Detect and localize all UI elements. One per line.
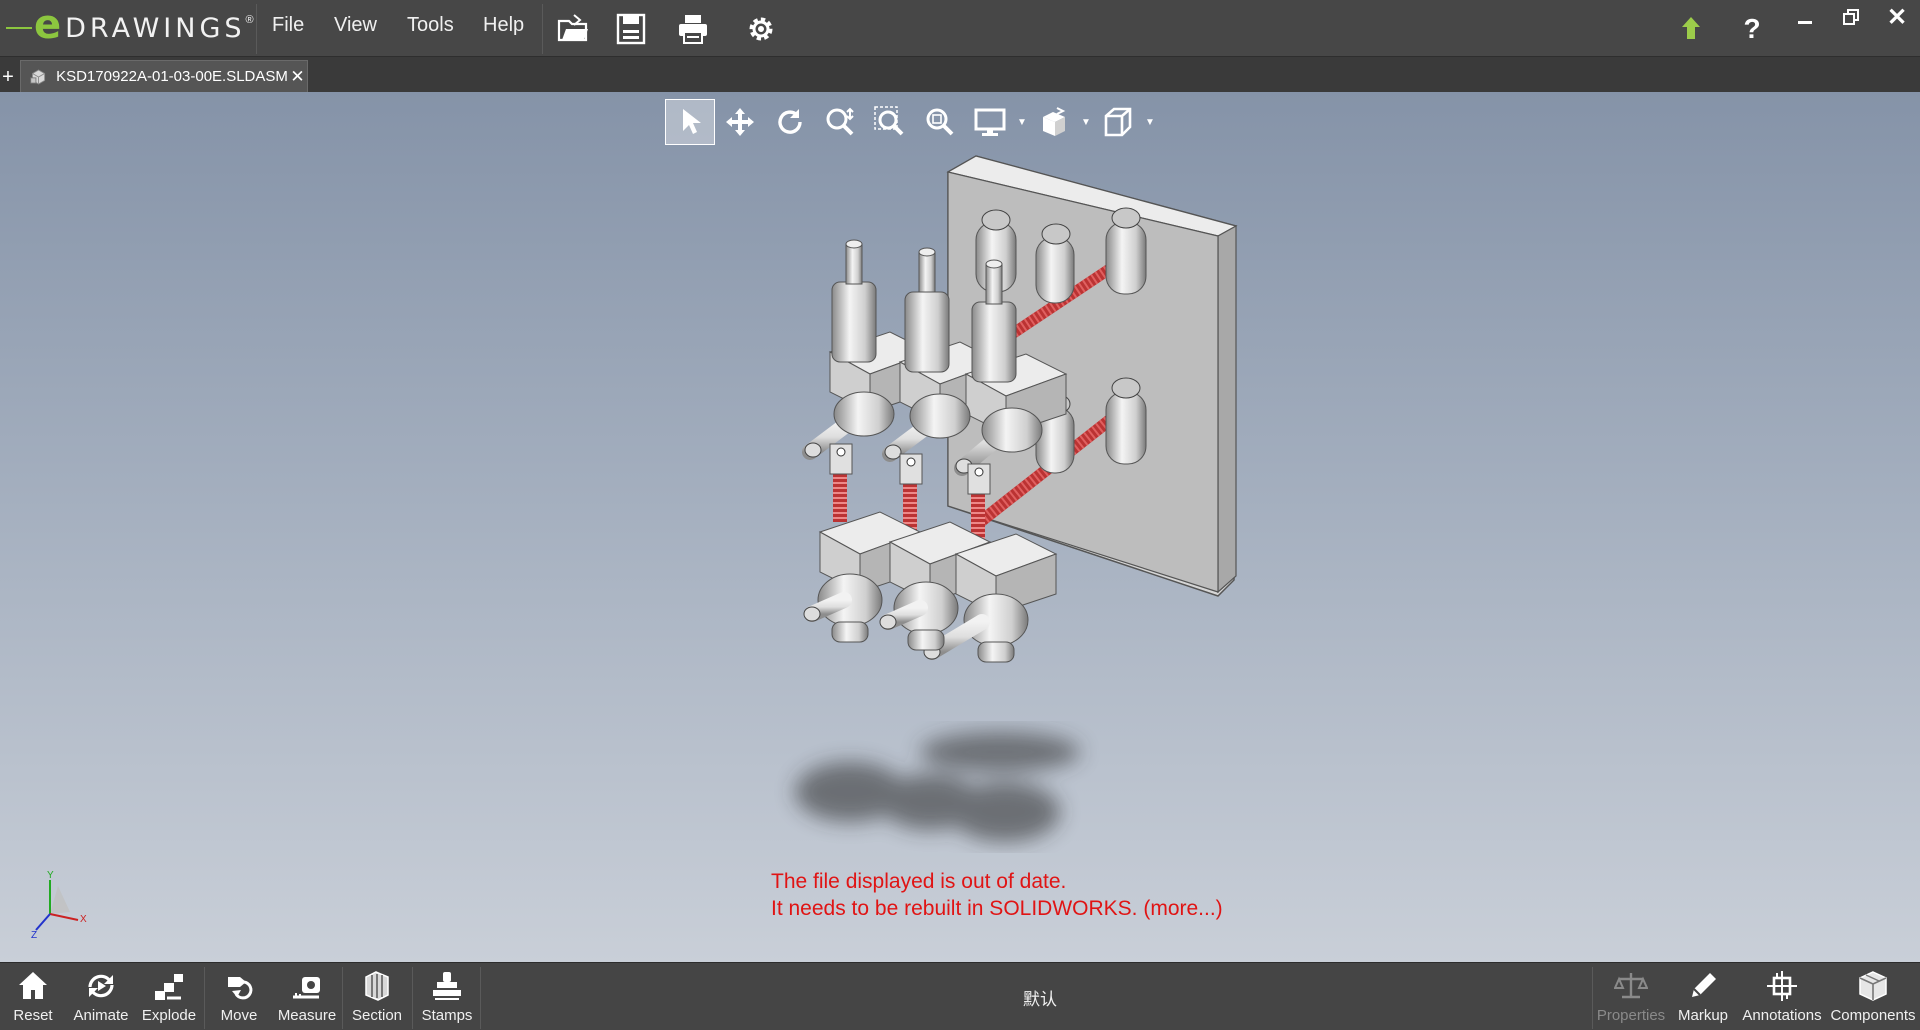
explode-button[interactable]: Explode [136,963,202,1030]
views-icon[interactable] [1029,99,1079,145]
section-button[interactable]: Section [344,963,410,1030]
settings-gear-icon[interactable] [741,9,781,49]
bottom-toolbar: Reset Animate Explode Move Measure Secti… [0,962,1920,1030]
section-icon [365,971,389,1001]
3d-viewport[interactable]: ▼ ▼ ▼ The file displayed is out of date.… [0,92,1920,962]
animate-button[interactable]: Animate [68,963,134,1030]
divider [1592,967,1593,1029]
assembly-model-render[interactable] [740,152,1300,872]
minimize-icon[interactable] [1782,0,1828,34]
document-name: KSD170922A-01-03-00E.SLDASM [56,68,288,85]
move-button[interactable]: Move [206,963,272,1030]
components-button[interactable]: Components [1828,963,1918,1030]
home-icon [19,972,47,999]
restore-icon[interactable] [1828,0,1874,34]
logo-text: DRAWINGS [65,12,246,44]
section-label: Section [351,1007,403,1024]
triad-z-label: Z [31,930,37,940]
menu-file[interactable]: File [272,14,304,37]
divider [256,4,257,54]
rotate-icon[interactable] [765,99,815,145]
stamps-icon [433,972,461,1000]
divider [342,967,343,1029]
divider [480,967,481,1029]
components-label: Components [1830,1007,1916,1024]
warning-line-1: The file displayed is out of date. [771,870,1067,893]
save-icon[interactable] [611,9,651,49]
configuration-name[interactable]: 默认 [1000,985,1080,1010]
reset-label: Reset [13,1007,53,1024]
divider [412,967,413,1029]
close-tab-icon[interactable]: ✕ [288,67,307,87]
stamps-label: Stamps [421,1007,473,1024]
open-folder-icon[interactable] [553,9,593,49]
window-controls: ✕ [1782,0,1920,36]
display-style-dropdown-icon[interactable]: ▼ [1015,99,1029,145]
annotations-icon [1767,971,1797,1001]
zoom-to-fit-icon[interactable] [915,99,965,145]
display-style-icon[interactable] [965,99,1015,145]
warning-line-2[interactable]: It needs to be rebuilt in SOLIDWORKS. (m… [771,895,1223,922]
select-arrow-icon[interactable] [665,99,715,145]
menu-view[interactable]: View [334,14,377,37]
standard-view-dropdown-icon[interactable]: ▼ [1143,99,1157,145]
pencil-icon [1692,973,1716,997]
zoom-to-area-icon[interactable] [865,99,915,145]
explode-label: Explode [141,1007,197,1024]
logo-mark: e [34,2,62,48]
properties-button[interactable]: Properties [1594,963,1668,1030]
triad-y-label: Y [47,870,54,881]
annotations-label: Annotations [1742,1007,1822,1024]
stamps-button[interactable]: Stamps [414,963,480,1030]
out-of-date-warning[interactable]: The file displayed is out of date. It ne… [771,868,1223,922]
title-bar: e DRAWINGS ® File View Tools Help ? ✕ [0,0,1920,57]
document-tab[interactable]: KSD170922A-01-03-00E.SLDASM ✕ [20,60,308,92]
document-tab-strip: + KSD170922A-01-03-00E.SLDASM ✕ [0,57,1920,92]
help-icon[interactable]: ? [1732,9,1772,49]
triad-x-label: X [80,914,87,925]
print-icon[interactable] [673,9,713,49]
measure-icon [293,977,320,999]
move-icon [228,977,253,1000]
menu-tools[interactable]: Tools [407,14,454,37]
view-toolbar: ▼ ▼ ▼ [665,99,1157,145]
markup-button[interactable]: Markup [1670,963,1736,1030]
update-arrow-icon[interactable] [1671,9,1711,49]
annotations-button[interactable]: Annotations [1738,963,1826,1030]
markup-label: Markup [1677,1007,1729,1024]
logo-trademark: ® [245,14,254,26]
scales-icon [1614,973,1648,999]
reset-button[interactable]: Reset [0,963,66,1030]
zoom-icon[interactable] [815,99,865,145]
properties-label: Properties [1596,1007,1666,1024]
edrawings-logo: e DRAWINGS ® [6,4,256,52]
measure-label: Measure [277,1007,337,1024]
explode-icon [155,974,183,1000]
pan-icon[interactable] [715,99,765,145]
views-dropdown-icon[interactable]: ▼ [1079,99,1093,145]
model-shadow [795,732,1080,842]
animate-icon [88,974,114,998]
axis-triad-icon: Y X Z [31,870,87,940]
close-icon[interactable]: ✕ [1874,0,1920,34]
standard-view-cube-icon[interactable] [1093,99,1143,145]
components-cube-icon [1859,971,1887,1001]
move-label: Move [220,1007,258,1024]
divider [542,4,543,54]
menu-help[interactable]: Help [483,14,524,37]
divider [204,967,205,1029]
animate-label: Animate [73,1007,129,1024]
new-tab-button[interactable]: + [0,65,16,89]
logo-line [6,27,32,29]
measure-button[interactable]: Measure [274,963,340,1030]
assembly-icon [30,69,46,84]
